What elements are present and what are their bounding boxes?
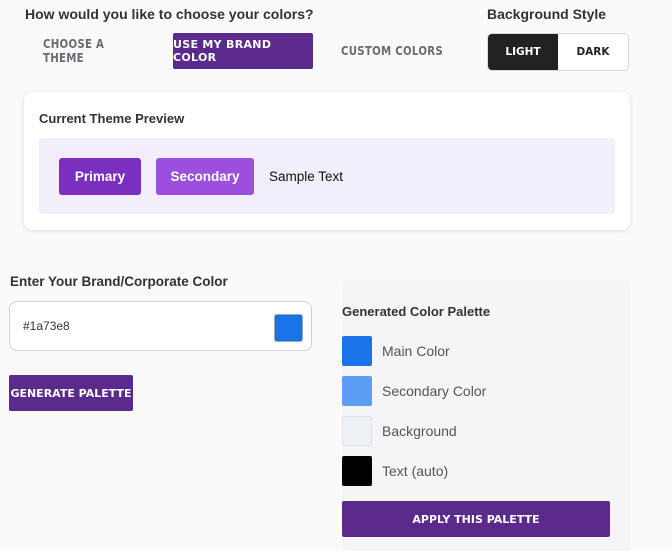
preview-surface: Primary Secondary Sample Text [39, 138, 615, 214]
palette-item-secondary: Secondary Color [342, 376, 622, 406]
text-color-swatch [342, 456, 372, 486]
palette-item-label: Main Color [382, 343, 450, 359]
preview-primary-button[interactable]: Primary [59, 158, 141, 195]
use-brand-color-tab[interactable]: Use My Brand Color [173, 33, 313, 69]
brand-color-field[interactable]: #1a73e8 [9, 301, 312, 351]
palette-title: Generated Color Palette [342, 304, 491, 319]
brand-color-value[interactable]: #1a73e8 [23, 319, 70, 333]
palette-item-label: Text (auto) [382, 463, 449, 479]
generate-palette-button[interactable]: Generate Palette [9, 375, 133, 411]
secondary-color-swatch [342, 376, 372, 406]
brand-color-label: Enter Your Brand/Corporate Color [10, 274, 228, 289]
preview-title: Current Theme Preview [39, 111, 185, 126]
background-color-swatch [342, 416, 372, 446]
theme-preview-card: Current Theme Preview Primary Secondary … [24, 92, 630, 230]
choose-theme-tab[interactable]: Choose a Theme [43, 33, 145, 69]
custom-colors-tab[interactable]: Custom Colors [341, 33, 443, 69]
palette-item-main: Main Color [342, 336, 622, 366]
generated-palette-panel: Generated Color Palette Main Color Secon… [342, 280, 630, 551]
palette-item-label: Background [382, 423, 457, 439]
palette-item-text: Text (auto) [342, 456, 622, 486]
preview-sample-text: Sample Text [269, 169, 344, 184]
brand-color-picker-swatch[interactable] [274, 314, 303, 342]
color-choice-question: How would you like to choose your colors… [25, 6, 314, 22]
background-style-title: Background Style [487, 6, 607, 22]
background-style-toggle: Light Dark [487, 33, 629, 71]
palette-item-label: Secondary Color [382, 383, 487, 399]
preview-secondary-button[interactable]: Secondary [156, 158, 254, 195]
dark-background-option[interactable]: Dark [558, 34, 628, 70]
light-background-option[interactable]: Light [488, 34, 558, 70]
main-color-swatch [342, 336, 372, 366]
palette-item-background: Background [342, 416, 622, 446]
apply-palette-button[interactable]: Apply This Palette [342, 501, 610, 537]
